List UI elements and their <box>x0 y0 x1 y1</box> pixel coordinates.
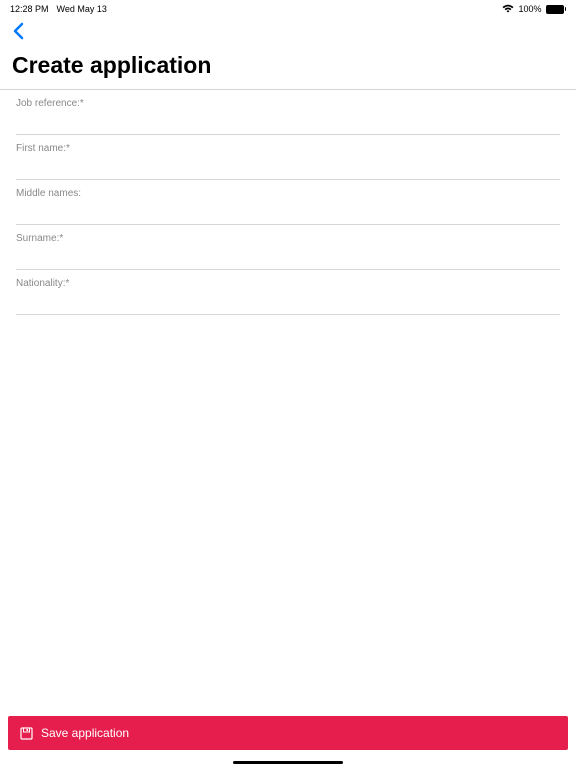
nav-bar <box>0 16 576 48</box>
save-icon <box>20 727 33 740</box>
battery-percent: 100% <box>518 4 541 14</box>
status-left: 12:28 PM Wed May 13 <box>10 4 107 14</box>
middle-names-input[interactable] <box>16 201 560 225</box>
form-field-first-name: First name:* <box>0 135 576 180</box>
form-field-surname: Surname:* <box>0 225 576 270</box>
save-application-button[interactable]: Save application <box>8 716 568 750</box>
save-button-label: Save application <box>41 726 129 740</box>
field-label: Nationality:* <box>16 278 560 289</box>
wifi-icon <box>502 4 514 15</box>
field-label: Middle names: <box>16 188 560 199</box>
nationality-input[interactable] <box>16 291 560 315</box>
form-field-nationality: Nationality:* <box>0 270 576 315</box>
status-date: Wed May 13 <box>57 4 107 14</box>
field-label: First name:* <box>16 143 560 154</box>
status-bar: 12:28 PM Wed May 13 100% <box>0 0 576 16</box>
job-reference-input[interactable] <box>16 111 560 135</box>
status-right: 100% <box>502 4 566 15</box>
first-name-input[interactable] <box>16 156 560 180</box>
page-title: Create application <box>0 48 576 89</box>
back-button[interactable] <box>12 22 32 46</box>
form-field-middle-names: Middle names: <box>0 180 576 225</box>
form-field-job-reference: Job reference:* <box>0 90 576 135</box>
field-label: Job reference:* <box>16 98 560 109</box>
field-label: Surname:* <box>16 233 560 244</box>
surname-input[interactable] <box>16 246 560 270</box>
home-indicator[interactable] <box>233 761 343 765</box>
form-container: Job reference:* First name:* Middle name… <box>0 89 576 315</box>
battery-icon <box>546 5 567 14</box>
status-time: 12:28 PM <box>10 4 49 14</box>
